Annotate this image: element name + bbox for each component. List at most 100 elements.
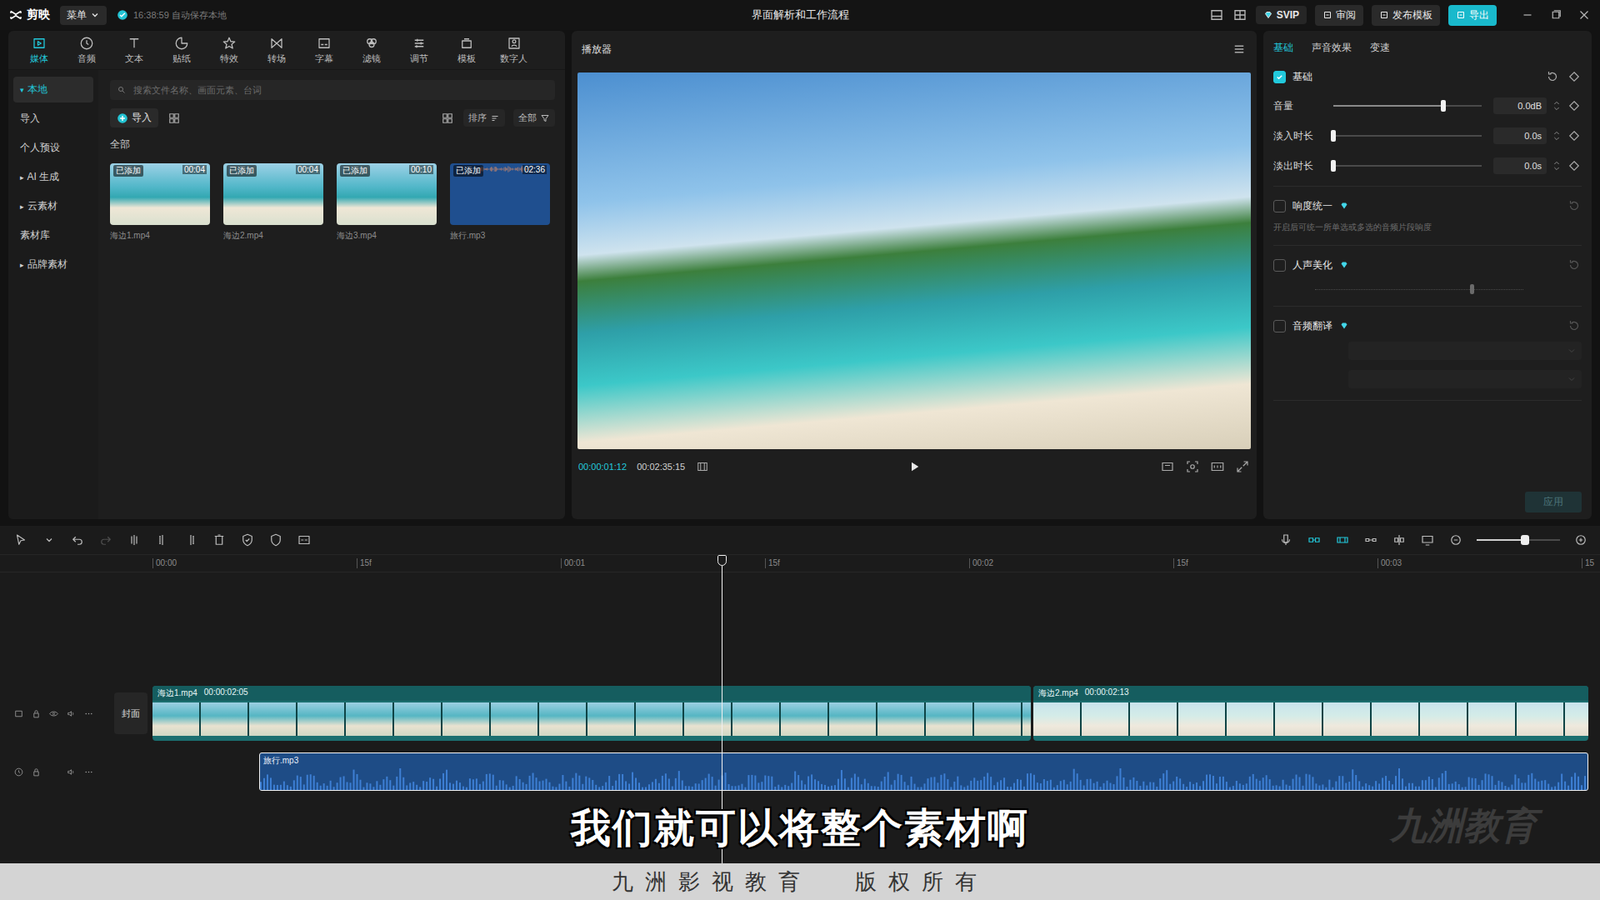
sidebar-item[interactable]: 导入 (13, 105, 94, 132)
align-icon[interactable] (1391, 532, 1407, 548)
play-icon[interactable] (906, 459, 922, 475)
close-icon[interactable] (1576, 7, 1592, 23)
mark-icon[interactable] (240, 532, 255, 548)
track-type-icon[interactable] (13, 708, 25, 720)
shield-icon[interactable] (268, 532, 284, 548)
sidebar-item[interactable]: ▸品牌素材 (13, 251, 94, 278)
sidebar-item[interactable]: 个人预设 (13, 135, 94, 161)
eye-icon[interactable] (48, 708, 60, 720)
sidebar-item[interactable]: ▾本地 (13, 76, 94, 103)
reset-icon[interactable] (1566, 257, 1582, 273)
sidebar-item[interactable]: 素材库 (13, 222, 94, 249)
stepper-icon[interactable] (1553, 159, 1560, 173)
tool-tab[interactable]: 调节 (395, 30, 443, 70)
more-icon[interactable] (83, 708, 95, 720)
tool-tab[interactable]: 媒体 (15, 30, 63, 70)
slider-knob[interactable] (1330, 130, 1336, 142)
value-field[interactable]: 0.0s (1493, 157, 1547, 175)
audio-type-icon[interactable] (13, 766, 25, 778)
value-field[interactable]: 0.0s (1493, 127, 1547, 145)
stepper-icon[interactable] (1553, 99, 1560, 113)
tool-tab[interactable]: 转场 (252, 30, 300, 70)
select-icon[interactable] (13, 532, 29, 548)
quality-icon[interactable] (1160, 459, 1175, 475)
slider-track[interactable] (1333, 105, 1482, 107)
audio-clip[interactable]: 旅行.mp3 (259, 752, 1589, 791)
link-main-icon[interactable] (1306, 532, 1322, 548)
option-checkbox[interactable] (1273, 320, 1286, 333)
title-action-button[interactable]: SVIP (1255, 5, 1307, 25)
option-checkbox[interactable] (1273, 200, 1286, 213)
reset-icon[interactable] (1545, 69, 1560, 85)
media-item[interactable]: 已添加00:04海边1.mp4 (110, 163, 210, 242)
lock-icon[interactable] (30, 766, 42, 778)
media-search[interactable] (110, 80, 555, 100)
keyframe-icon[interactable] (1566, 98, 1582, 114)
import-button[interactable]: 导入 (110, 108, 159, 128)
playhead[interactable] (716, 555, 727, 864)
keyframe-icon[interactable] (1566, 158, 1582, 174)
speaker-icon[interactable] (65, 766, 77, 778)
title-action-button[interactable]: 审阅 (1315, 5, 1364, 26)
split-icon[interactable] (126, 532, 142, 548)
speaker-icon[interactable] (65, 708, 77, 720)
magnet-icon[interactable] (1335, 532, 1350, 548)
tool-tab[interactable]: 字幕 (300, 30, 348, 70)
cover-button[interactable]: 封面 (114, 692, 148, 735)
delete-icon[interactable] (211, 532, 227, 548)
slider-track[interactable] (1333, 165, 1482, 167)
timecode-icon[interactable] (695, 459, 710, 475)
menu-icon[interactable] (1231, 41, 1247, 57)
redo-icon[interactable] (98, 532, 114, 548)
tool-tab[interactable]: 模板 (442, 30, 490, 70)
tool-tab[interactable]: 文本 (110, 30, 158, 70)
tool-tab[interactable]: 音频 (62, 30, 110, 70)
video-clip[interactable]: 海边2.mp400:00:02:13 (1033, 685, 1589, 741)
video-clip[interactable]: 海边1.mp400:00:02:05 (152, 685, 1031, 741)
grid-view-icon[interactable] (166, 110, 182, 126)
split-left-icon[interactable] (155, 532, 170, 548)
split-right-icon[interactable] (183, 532, 199, 548)
undo-icon[interactable] (70, 532, 85, 548)
inspector-tab[interactable]: 变速 (1370, 40, 1390, 55)
slider-knob[interactable] (1330, 160, 1336, 172)
tool-tab[interactable]: 贴纸 (157, 30, 205, 70)
lock-icon[interactable] (30, 708, 42, 720)
ratio-icon[interactable] (1210, 459, 1225, 475)
caption-icon[interactable] (296, 532, 312, 548)
inspector-tab[interactable]: 基础 (1273, 40, 1294, 55)
title-action-button[interactable]: 导出 (1448, 5, 1497, 26)
fullscreen-icon[interactable] (1235, 459, 1250, 475)
tool-tab[interactable]: 滤镜 (347, 30, 395, 70)
layout-grid-icon[interactable] (1232, 7, 1248, 23)
dropdown-icon[interactable] (41, 532, 57, 548)
sidebar-item[interactable]: ▸云素材 (13, 193, 94, 220)
section-checkbox[interactable] (1273, 70, 1286, 84)
mic-icon[interactable] (1278, 532, 1294, 548)
media-item[interactable]: 已添加02:36旅行.mp3 (450, 163, 550, 242)
sort-button[interactable]: 排序 (463, 109, 505, 127)
minimize-icon[interactable] (1520, 7, 1535, 23)
zoom-out-icon[interactable] (1448, 532, 1464, 548)
search-input[interactable] (131, 84, 549, 96)
view-mode-icon[interactable] (440, 110, 455, 126)
stepper-icon[interactable] (1553, 129, 1560, 143)
tool-tab[interactable]: 特效 (205, 30, 253, 70)
tool-tab[interactable]: 数字人 (490, 30, 538, 70)
menu-button[interactable]: 菜单 (60, 5, 107, 25)
filter-button[interactable]: 全部 (513, 109, 555, 127)
media-item[interactable]: 已添加00:10海边3.mp4 (336, 163, 437, 242)
zoom-slider[interactable] (1476, 539, 1560, 541)
zoom-in-icon[interactable] (1573, 532, 1589, 548)
option-checkbox[interactable] (1273, 259, 1286, 272)
value-field[interactable]: 0.0dB (1493, 97, 1547, 115)
preview-icon[interactable] (1420, 532, 1435, 548)
keyframe-icon[interactable] (1566, 128, 1582, 144)
inspector-tab[interactable]: 声音效果 (1311, 40, 1352, 55)
media-item[interactable]: 已添加00:04海边2.mp4 (223, 163, 324, 242)
layout-icon[interactable] (1209, 7, 1225, 23)
reset-icon[interactable] (1566, 198, 1582, 214)
reset-icon[interactable] (1566, 318, 1582, 334)
sidebar-item[interactable]: ▸AI 生成 (13, 164, 94, 190)
maximize-icon[interactable] (1548, 7, 1564, 23)
